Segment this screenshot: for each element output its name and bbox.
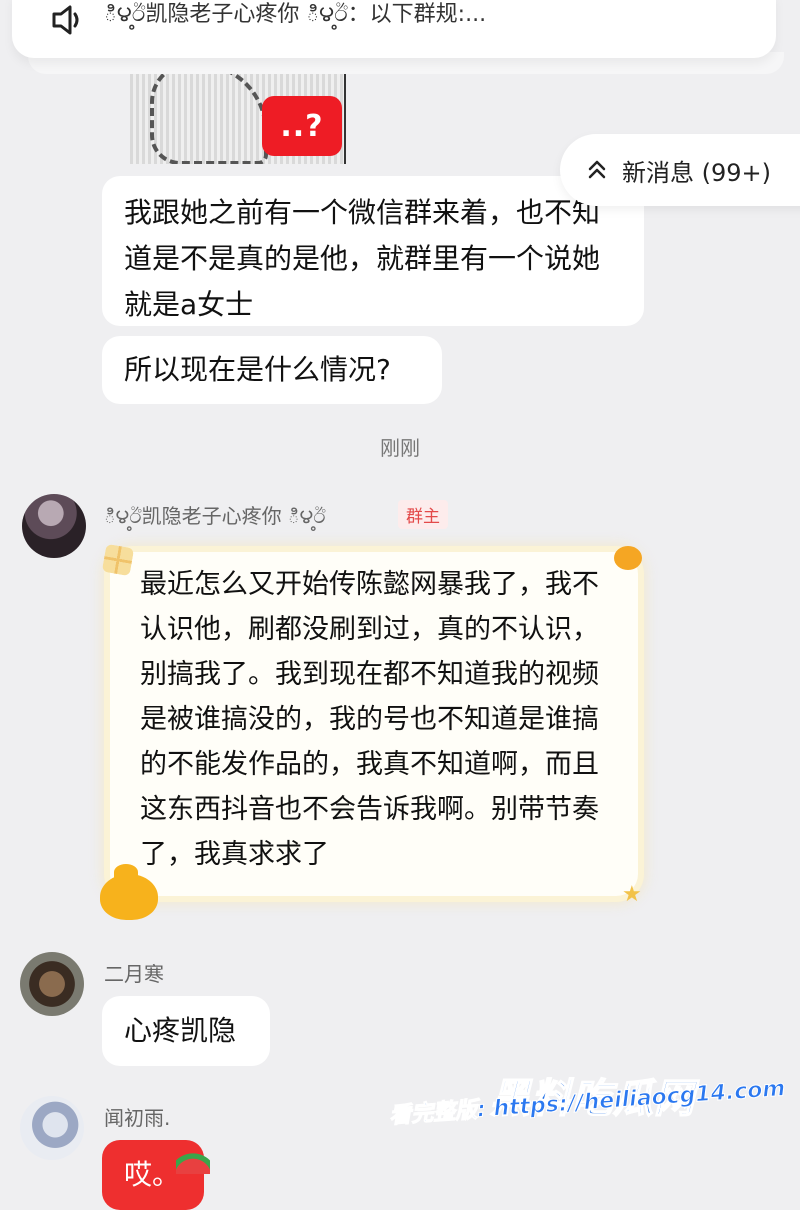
group-announcement-bar[interactable]: ి౪఼ඊ凯隐老子心疼你 ి౪఼ඊ：以下群规:... [12, 0, 776, 58]
decorated-message-bubble[interactable]: 最近怎么又开始传陈懿网暴我了，我不认识他，刷都没刷到过，真的不认识，别搞我了。我… [110, 552, 638, 896]
message-timestamp: 刚刚 [380, 436, 420, 460]
avatar[interactable] [20, 1096, 84, 1160]
waffle-decoration-icon [101, 543, 135, 577]
message-text: 心疼凯隐 [124, 1014, 237, 1047]
message-text: 我跟她之前有一个微信群来着，也不知道是不是真的是他，就群里有一个说她就是a女士 [124, 196, 601, 321]
duck-decoration-icon [100, 864, 158, 920]
question-sticker: ..? [262, 96, 342, 156]
sender-name: 二月寒 [104, 962, 164, 986]
sender-name: 闻初雨. [104, 1106, 171, 1130]
double-chevron-up-icon [588, 160, 606, 179]
avatar[interactable] [22, 494, 86, 558]
announcement-text: ి౪఼ඊ凯隐老子心疼你 ి౪఼ඊ：以下群规:... [104, 2, 487, 27]
message-text: 最近怎么又开始传陈懿网暴我了，我不认识他，刷都没刷到过，真的不认识，别搞我了。我… [140, 569, 599, 870]
orange-decoration-icon [614, 546, 642, 570]
image-sketch [150, 72, 268, 164]
star-decoration-icon: ★ [622, 882, 642, 907]
sender-name: ి౪఼ඊ凯隐老子心疼你 ి౪఼ඊ [104, 504, 326, 528]
message-bubble[interactable]: 心疼凯隐 [102, 996, 270, 1066]
message-bubble[interactable]: 我跟她之前有一个微信群来着，也不知道是不是真的是他，就群里有一个说她就是a女士 [102, 176, 644, 326]
message-bubble[interactable]: 所以现在是什么情况? [102, 336, 442, 404]
avatar[interactable] [20, 952, 84, 1016]
new-messages-label: 新消息 (99+) [622, 158, 772, 187]
message-text: 哎。 [124, 1158, 181, 1191]
message-text: 所以现在是什么情况? [124, 353, 391, 386]
sticker-text: ..? [280, 108, 324, 144]
speaker-icon [52, 5, 79, 35]
new-messages-button[interactable]: 新消息 (99+) [560, 134, 800, 206]
watermelon-decoration-icon [176, 1140, 210, 1174]
group-owner-badge: 群主 [398, 500, 448, 529]
